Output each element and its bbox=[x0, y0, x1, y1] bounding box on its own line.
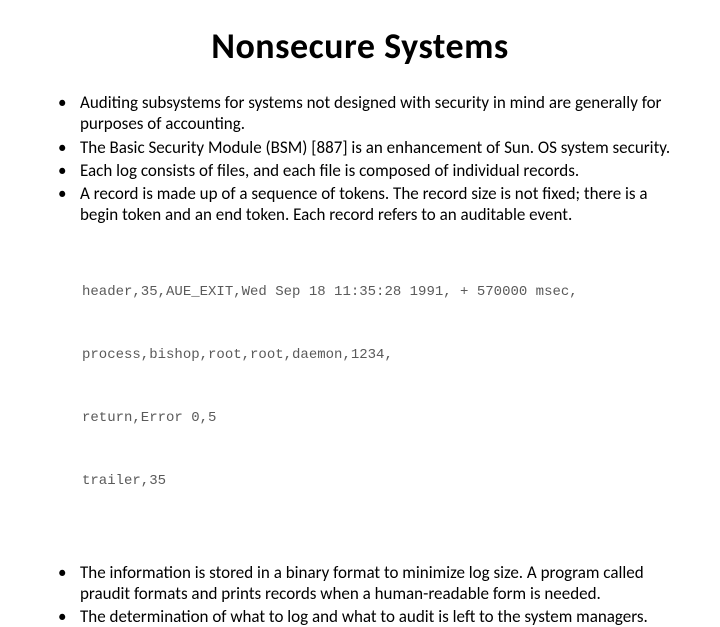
code-line: trailer,35 bbox=[82, 471, 680, 492]
slide: Nonsecure Systems Auditing subsystems fo… bbox=[0, 0, 720, 540]
page-title: Nonsecure Systems bbox=[40, 24, 680, 68]
bullet-list-bottom: The information is stored in a binary fo… bbox=[40, 562, 680, 627]
code-block: header,35,AUE_EXIT,Wed Sep 18 11:35:28 1… bbox=[82, 240, 680, 534]
code-line: process,bishop,root,root,daemon,1234, bbox=[82, 345, 680, 366]
list-item: The determination of what to log and wha… bbox=[58, 606, 680, 627]
list-item: Auditing subsystems for systems not desi… bbox=[58, 92, 680, 135]
code-line: header,35,AUE_EXIT,Wed Sep 18 11:35:28 1… bbox=[82, 282, 680, 303]
bullet-list-top: Auditing subsystems for systems not desi… bbox=[40, 92, 680, 226]
list-item: The information is stored in a binary fo… bbox=[58, 562, 680, 605]
spacer bbox=[40, 548, 680, 562]
list-item: A record is made up of a sequence of tok… bbox=[58, 183, 680, 226]
code-line: return,Error 0,5 bbox=[82, 408, 680, 429]
list-item: The Basic Security Module (BSM) [887] is… bbox=[58, 137, 680, 158]
list-item: Each log consists of files, and each fil… bbox=[58, 160, 680, 181]
